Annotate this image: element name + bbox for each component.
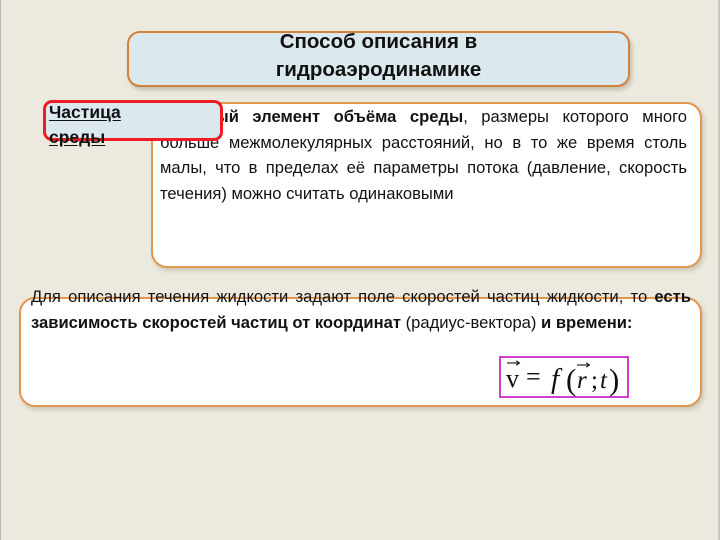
statement-part-3: (радиус-вектора): [401, 312, 542, 332]
velocity-field-formula: v = f ( r ; t ): [499, 353, 629, 399]
svg-text:): ): [609, 362, 619, 397]
svg-text:(: (: [566, 362, 576, 397]
statement-text: Для описания течения жидкости задают пол…: [31, 284, 691, 335]
svg-text:v: v: [506, 364, 519, 393]
slide-canvas: Способ описания в гидроаэродинамике – ма…: [0, 0, 720, 540]
particle-callout-line-1: Частица: [49, 102, 121, 122]
statement-part-1: Для описания течения жидкости задают пол…: [31, 287, 655, 306]
statement-part-4-bold: и времени:: [541, 312, 633, 332]
particle-callout-line-2: среды: [49, 127, 106, 147]
title-line-1: Способ описания в: [279, 30, 478, 53]
particle-callout-label: Частица среды: [49, 100, 239, 150]
page-title: Способ описания в гидроаэродинамике: [127, 28, 630, 84]
svg-text:t: t: [600, 367, 608, 394]
title-line-2: гидроаэродинамике: [275, 58, 482, 81]
formula-glyphs: v = f ( r ; t ): [506, 360, 619, 397]
svg-text:;: ;: [591, 367, 598, 394]
svg-text:=: =: [526, 362, 541, 391]
svg-text:r: r: [577, 367, 587, 394]
svg-text:f: f: [551, 363, 563, 395]
